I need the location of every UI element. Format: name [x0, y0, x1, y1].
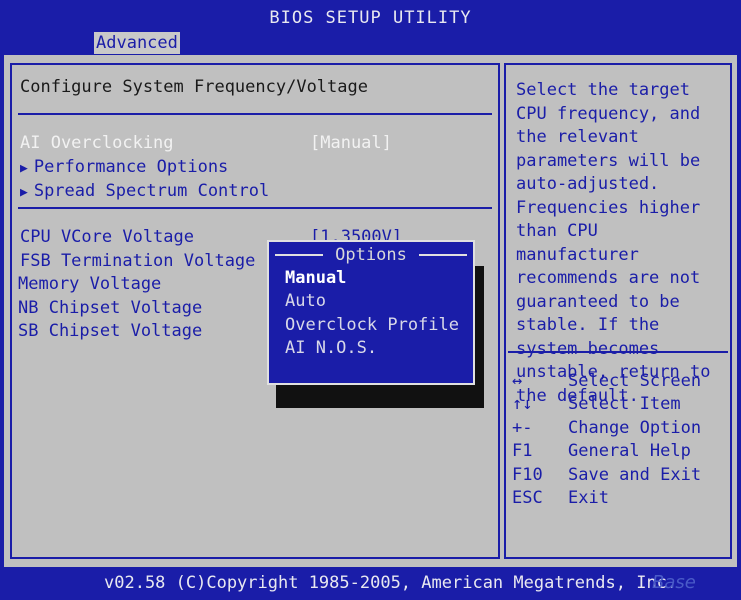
setting-sb-chipset-voltage[interactable]: SB Chipset Voltage: [18, 321, 202, 341]
arrows-vertical-icon: ↑↓: [512, 394, 533, 414]
copyright-text: v02.58 (C)Copyright 1985-2005, American …: [104, 573, 678, 593]
key-hint-change-option: +- Change Option: [512, 418, 726, 441]
setting-fsb-termination-voltage[interactable]: FSB Termination Voltage: [20, 251, 255, 271]
key-desc: Save and Exit: [568, 465, 702, 485]
option-overclock-profile[interactable]: Overclock Profile: [285, 315, 459, 335]
separator: [18, 207, 492, 209]
key-desc: General Help: [568, 441, 691, 461]
key-desc: Change Option: [568, 418, 702, 438]
submenu-label: Performance Options: [33, 157, 229, 177]
help-text: Select the target CPU frequency, and the…: [516, 80, 711, 406]
help-panel: Select the target CPU frequency, and the…: [504, 63, 732, 559]
options-title: Options: [269, 242, 473, 266]
separator: [18, 113, 492, 115]
setting-memory-voltage[interactable]: Memory Voltage: [18, 274, 161, 294]
options-title-text: Options: [335, 245, 407, 265]
setting-cpu-vcore-voltage[interactable]: CPU VCore Voltage: [20, 227, 194, 247]
key-plus-minus: +-: [512, 418, 533, 438]
key-desc: Select Item: [568, 394, 681, 414]
key-f1: F1: [512, 441, 533, 461]
submenu-label: Spread Spectrum Control: [33, 181, 270, 201]
separator: [508, 351, 728, 353]
arrows-horizontal-icon: ↔: [512, 371, 523, 391]
setting-ai-overclocking-value[interactable]: [Manual]: [310, 133, 392, 153]
key-hint-general-help: F1 General Help: [512, 441, 726, 464]
setting-label: AI Overclocking: [20, 133, 174, 153]
key-hint-save-exit: F10 Save and Exit: [512, 465, 726, 488]
submenu-arrow-icon: ▶: [20, 185, 28, 200]
option-manual[interactable]: Manual: [285, 268, 346, 288]
bios-title: BIOS SETUP UTILITY: [269, 8, 472, 28]
setting-nb-chipset-voltage[interactable]: NB Chipset Voltage: [18, 298, 202, 318]
watermark-logo: Base: [652, 572, 696, 593]
key-hint-select-item: ↑↓ Select Item: [512, 394, 726, 417]
tab-advanced[interactable]: Advanced: [94, 32, 180, 54]
option-ai-nos[interactable]: AI N.O.S.: [285, 338, 377, 358]
key-esc: ESC: [512, 488, 543, 508]
key-hint-exit: ESC Exit: [512, 488, 726, 511]
bios-title-bar: BIOS SETUP UTILITY: [0, 0, 741, 32]
footer: v02.58 (C)Copyright 1985-2005, American …: [0, 568, 741, 600]
key-hint-select-screen: ↔ Select Screen: [512, 371, 726, 394]
key-desc: Select Screen: [568, 371, 702, 391]
option-auto[interactable]: Auto: [285, 291, 326, 311]
section-title: Configure System Frequency/Voltage: [20, 77, 368, 97]
submenu-arrow-icon: ▶: [20, 161, 28, 176]
submenu-spread-spectrum-control[interactable]: ▶ Spread Spectrum Control: [20, 181, 269, 201]
submenu-performance-options[interactable]: ▶ Performance Options: [20, 157, 228, 177]
setting-ai-overclocking[interactable]: AI Overclocking: [20, 133, 174, 153]
key-f10: F10: [512, 465, 543, 485]
options-popup[interactable]: Options Manual Auto Overclock Profile AI…: [267, 240, 475, 385]
key-desc: Exit: [568, 488, 609, 508]
